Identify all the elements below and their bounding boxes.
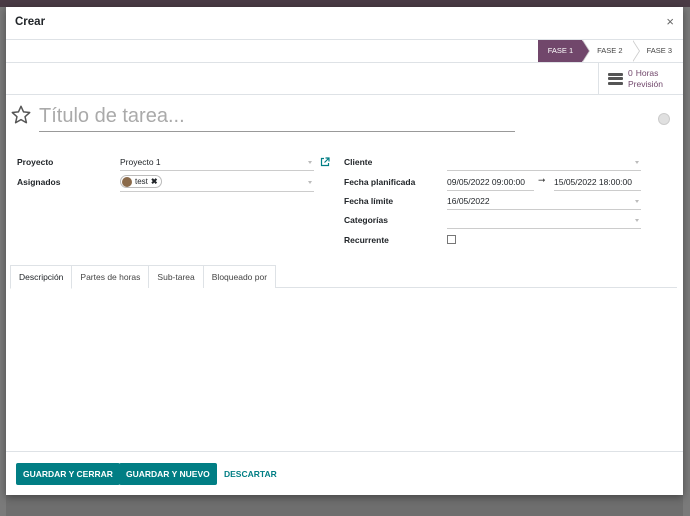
dialog-header: Crear × bbox=[6, 7, 683, 40]
tab-blocked-by[interactable]: Bloqueado por bbox=[202, 265, 277, 288]
customer-label: Cliente bbox=[344, 157, 373, 167]
chevron-down-icon bbox=[635, 161, 639, 164]
assignee-tag: test ✖ bbox=[120, 175, 162, 188]
tab-timesheets[interactable]: Partes de horas bbox=[71, 265, 150, 288]
chevron-down-icon bbox=[308, 161, 312, 164]
chevron-down-icon bbox=[635, 200, 639, 203]
dialog-footer: GUARDAR Y CERRAR GUARDAR Y NUEVO DESCART… bbox=[6, 451, 683, 495]
project-value: Proyecto 1 bbox=[120, 157, 161, 167]
tab-description[interactable]: Descripción bbox=[10, 265, 73, 289]
dialog-title: Crear bbox=[15, 16, 46, 28]
stage-label: FASE 2 bbox=[597, 46, 623, 55]
star-icon[interactable] bbox=[10, 104, 32, 126]
assignee-name: test bbox=[135, 177, 148, 186]
tab-label: Bloqueado por bbox=[211, 272, 268, 282]
hours-label: Horas bbox=[635, 67, 659, 78]
smart-button-box: 0 Horas Previsión bbox=[6, 63, 683, 95]
avatar bbox=[122, 176, 132, 187]
server-icon bbox=[608, 72, 623, 85]
backdrop bbox=[683, 7, 690, 516]
planned-start-value: 09/05/2022 09:00:00 bbox=[447, 177, 525, 187]
close-icon[interactable]: × bbox=[666, 14, 674, 29]
project-field[interactable]: Proyecto 1 bbox=[120, 156, 314, 171]
stage-statusbar: FASE 1 FASE 2 FASE 3 bbox=[6, 40, 683, 63]
tab-subtasks[interactable]: Sub-tarea bbox=[148, 265, 204, 288]
stat-button-text: 0 Horas Previsión bbox=[628, 68, 663, 90]
tags-field[interactable] bbox=[447, 214, 641, 229]
planned-date-label: Fecha planificada bbox=[344, 177, 416, 187]
assignees-field[interactable]: test ✖ bbox=[120, 175, 314, 192]
stage-label: FASE 3 bbox=[646, 46, 672, 55]
chevron-down-icon bbox=[635, 219, 639, 222]
planned-end-field[interactable]: 15/05/2022 18:00:00 bbox=[554, 176, 641, 191]
stage-list: FASE 1 FASE 2 FASE 3 bbox=[537, 40, 683, 62]
recurring-label: Recurrente bbox=[344, 235, 389, 245]
tab-label: Sub-tarea bbox=[157, 272, 195, 282]
remove-tag-icon[interactable]: ✖ bbox=[151, 175, 158, 188]
task-title-row: Título de tarea... bbox=[10, 103, 670, 133]
external-link-icon[interactable] bbox=[320, 157, 330, 167]
tab-label: Descripción bbox=[19, 272, 64, 282]
chevron-down-icon bbox=[308, 181, 312, 184]
hours-forecast-button[interactable]: 0 Horas Previsión bbox=[598, 63, 683, 94]
stage-fase-1[interactable]: FASE 1 bbox=[537, 40, 591, 62]
stage-label: FASE 1 bbox=[547, 46, 574, 55]
discard-button[interactable]: DESCARTAR bbox=[217, 463, 284, 485]
description-editor[interactable] bbox=[6, 289, 683, 451]
project-label: Proyecto bbox=[17, 157, 54, 167]
kanban-state-icon[interactable] bbox=[658, 113, 670, 125]
hours-count: 0 bbox=[628, 67, 633, 78]
recurring-checkbox[interactable] bbox=[447, 235, 456, 244]
tags-label: Categorías bbox=[344, 215, 388, 225]
planned-end-value: 15/05/2022 18:00:00 bbox=[554, 177, 632, 187]
planned-start-field[interactable]: 09/05/2022 09:00:00 bbox=[447, 176, 534, 191]
task-title-input[interactable]: Título de tarea... bbox=[39, 103, 515, 132]
tab-label: Partes de horas bbox=[80, 272, 141, 282]
backdrop bbox=[0, 0, 690, 7]
save-new-button[interactable]: GUARDAR Y NUEVO bbox=[119, 463, 217, 485]
deadline-field[interactable]: 16/05/2022 bbox=[447, 195, 641, 210]
deadline-value: 16/05/2022 bbox=[447, 196, 490, 206]
forecast-label: Previsión bbox=[628, 78, 663, 89]
customer-field[interactable] bbox=[447, 156, 641, 171]
assignees-label: Asignados bbox=[17, 177, 61, 187]
deadline-label: Fecha límite bbox=[344, 196, 394, 206]
save-close-button[interactable]: GUARDAR Y CERRAR bbox=[16, 463, 120, 485]
arrow-right-icon: ➞ bbox=[538, 175, 546, 185]
notebook-tabs: Descripción Partes de horas Sub-tarea Bl… bbox=[10, 265, 677, 289]
